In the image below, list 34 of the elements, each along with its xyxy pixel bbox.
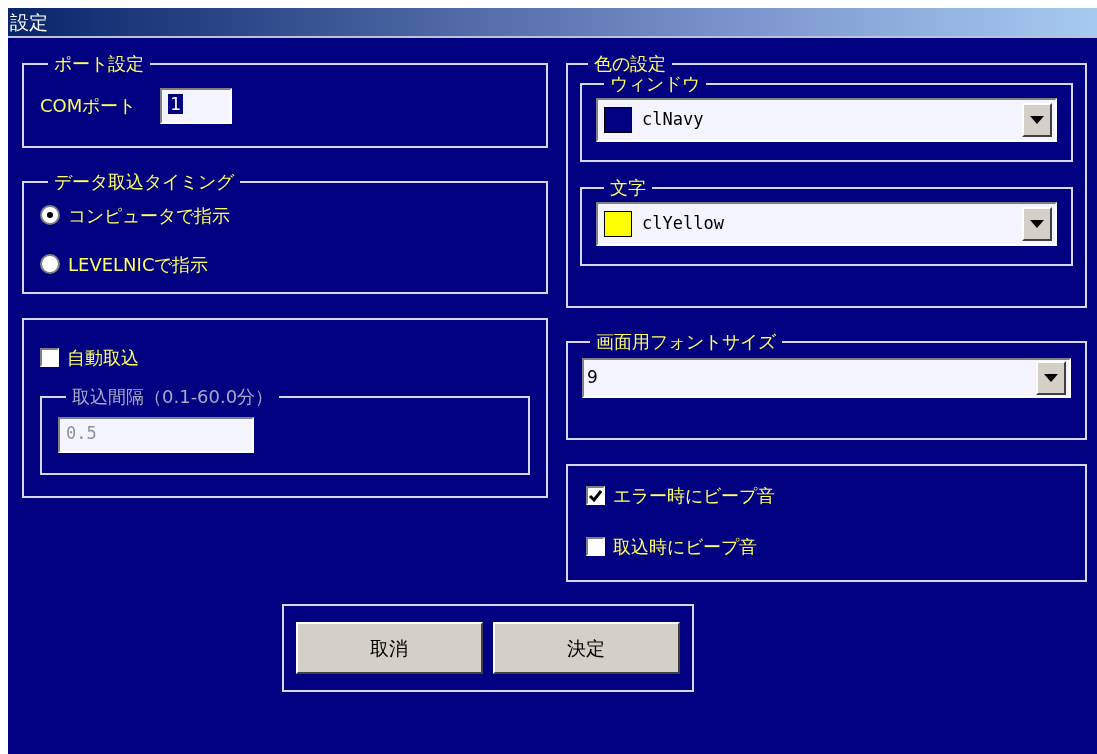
data-timing-title: データ取込タイミング: [53, 172, 235, 192]
dialog-button[interactable]: 取消: [295, 622, 483, 674]
dropdown-value: 9: [587, 366, 599, 390]
checkbox[interactable]: [40, 348, 59, 367]
checkbox-label: エラー時にビープ音: [613, 484, 775, 508]
checkbox[interactable]: [586, 537, 605, 556]
interval-title: 取込間隔（0.1-60.0分）: [71, 387, 275, 407]
caret-icon: [1030, 219, 1044, 228]
radio-button[interactable]: [40, 205, 60, 226]
com-port-label: COMポート: [40, 94, 137, 119]
radio-label: LEVELNICで指示: [68, 252, 209, 277]
radio-button[interactable]: [40, 254, 60, 275]
checkbox-label: 取込時にビープ音: [613, 535, 757, 559]
dropdown-button[interactable]: [1022, 102, 1052, 137]
font-size-title: 画面用フォントサイズ: [595, 332, 777, 352]
caret-icon: [1030, 115, 1044, 124]
color-group-title: 文字: [609, 177, 647, 198]
dropdown-value: clNavy: [642, 107, 705, 131]
radio-label: コンピュータで指示: [68, 203, 230, 228]
color-settings-title: 色の設定: [593, 54, 667, 74]
color-dropdown[interactable]: clNavy: [596, 97, 1057, 142]
port-settings-title: ポート設定: [53, 54, 145, 74]
color-group-title: ウィンドウ: [609, 73, 701, 94]
font-size-dropdown[interactable]: 9: [582, 357, 1071, 398]
dropdown-button[interactable]: [1036, 360, 1066, 395]
window-title: 設定: [9, 11, 48, 33]
dropdown-button[interactable]: [1022, 206, 1052, 241]
dialog-button[interactable]: 決定: [492, 622, 680, 674]
dropdown-value: clYellow: [642, 211, 725, 235]
caret-icon: [1044, 373, 1058, 382]
color-dropdown[interactable]: clYellow: [596, 201, 1057, 246]
com-port-field[interactable]: 1: [160, 87, 233, 124]
checkbox-label: 自動取込: [67, 346, 139, 370]
checkbox[interactable]: [586, 486, 605, 505]
